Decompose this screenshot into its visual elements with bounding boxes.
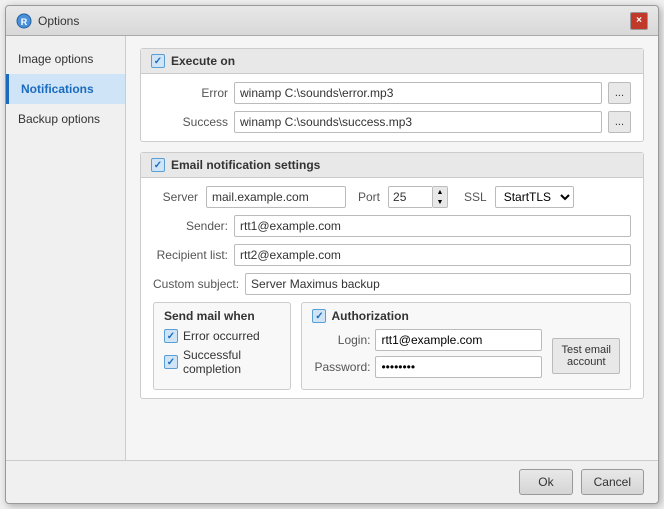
subject-row: Custom subject: xyxy=(153,273,631,295)
auth-fields: Login: Password: xyxy=(312,329,542,383)
sender-label: Sender: xyxy=(153,219,228,233)
sender-row: Sender: xyxy=(153,215,631,237)
main-content: Execute on Error ... Success ... xyxy=(126,36,658,460)
execute-on-content: Error ... Success ... xyxy=(141,74,643,141)
success-input[interactable] xyxy=(234,111,602,133)
svg-text:R: R xyxy=(21,17,28,27)
port-spin-down[interactable]: ▼ xyxy=(433,197,447,207)
error-occurred-checkbox[interactable] xyxy=(164,329,178,343)
authorization-checkbox[interactable] xyxy=(312,309,326,323)
ssl-select[interactable]: StartTLS None SSL/TLS xyxy=(495,186,574,208)
successful-completion-label: Successful completion xyxy=(183,348,280,376)
login-input[interactable] xyxy=(375,329,542,351)
send-mail-header: Send mail when xyxy=(164,309,280,323)
server-row: Server Port ▲ ▼ SSL StartTLS xyxy=(153,186,631,208)
dialog-title: Options xyxy=(38,14,79,28)
close-button[interactable]: × xyxy=(630,12,648,30)
error-browse-button[interactable]: ... xyxy=(608,82,631,104)
successful-completion-checkbox[interactable] xyxy=(164,355,178,369)
title-bar: R Options × xyxy=(6,6,658,36)
server-input[interactable] xyxy=(206,186,346,208)
execute-on-section: Execute on Error ... Success ... xyxy=(140,48,644,142)
email-settings-header: Email notification settings xyxy=(141,153,643,178)
auth-rows: Login: Password: Test emailaccount xyxy=(312,329,620,383)
error-row: Error ... xyxy=(153,82,631,104)
sidebar-item-backup-options[interactable]: Backup options xyxy=(6,104,125,134)
sidebar: Image options Notifications Backup optio… xyxy=(6,36,126,460)
recipient-label: Recipient list: xyxy=(153,248,228,262)
login-label: Login: xyxy=(312,333,370,347)
login-row: Login: xyxy=(312,329,542,351)
server-label: Server xyxy=(153,190,198,204)
sidebar-item-notifications[interactable]: Notifications xyxy=(6,74,125,104)
send-mail-title: Send mail when xyxy=(164,309,255,323)
dialog-body: Image options Notifications Backup optio… xyxy=(6,36,658,460)
title-bar-left: R Options xyxy=(16,13,79,29)
password-label: Password: xyxy=(312,360,370,374)
recipient-row: Recipient list: xyxy=(153,244,631,266)
subject-input[interactable] xyxy=(245,273,631,295)
app-icon: R xyxy=(16,13,32,29)
error-label: Error xyxy=(153,86,228,100)
cancel-button[interactable]: Cancel xyxy=(581,469,644,495)
port-input[interactable] xyxy=(388,186,432,208)
error-occurred-row: Error occurred xyxy=(164,329,280,343)
successful-completion-row: Successful completion xyxy=(164,348,280,376)
subject-label: Custom subject: xyxy=(153,277,239,291)
sender-input[interactable] xyxy=(234,215,631,237)
success-browse-button[interactable]: ... xyxy=(608,111,631,133)
ssl-label: SSL xyxy=(464,190,487,204)
options-dialog: R Options × Image options Notifications … xyxy=(5,5,659,504)
execute-on-checkbox[interactable] xyxy=(151,54,165,68)
port-label: Port xyxy=(358,190,380,204)
email-settings-content: Server Port ▲ ▼ SSL StartTLS xyxy=(141,178,643,398)
error-input[interactable] xyxy=(234,82,602,104)
port-spinbox: ▲ ▼ xyxy=(432,186,448,208)
password-row: Password: xyxy=(312,356,542,378)
port-spin-up[interactable]: ▲ xyxy=(433,187,447,197)
execute-on-header: Execute on xyxy=(141,49,643,74)
authorization-title: Authorization xyxy=(331,309,408,323)
test-email-button[interactable]: Test emailaccount xyxy=(552,338,620,374)
execute-on-title: Execute on xyxy=(171,54,235,68)
email-settings-section: Email notification settings Server Port … xyxy=(140,152,644,399)
dialog-footer: Ok Cancel xyxy=(6,460,658,503)
recipient-input[interactable] xyxy=(234,244,631,266)
sidebar-item-image-options[interactable]: Image options xyxy=(6,44,125,74)
error-occurred-label: Error occurred xyxy=(183,329,260,343)
password-input[interactable] xyxy=(375,356,542,378)
email-settings-checkbox[interactable] xyxy=(151,158,165,172)
email-settings-title: Email notification settings xyxy=(171,158,320,172)
two-column-section: Send mail when Error occurred Successful… xyxy=(153,302,631,390)
port-group: ▲ ▼ xyxy=(388,186,448,208)
authorization-column: Authorization Login: Password: xyxy=(301,302,631,390)
ok-button[interactable]: Ok xyxy=(519,469,572,495)
authorization-header: Authorization xyxy=(312,309,620,323)
success-row: Success ... xyxy=(153,111,631,133)
success-label: Success xyxy=(153,115,228,129)
send-mail-column: Send mail when Error occurred Successful… xyxy=(153,302,291,390)
